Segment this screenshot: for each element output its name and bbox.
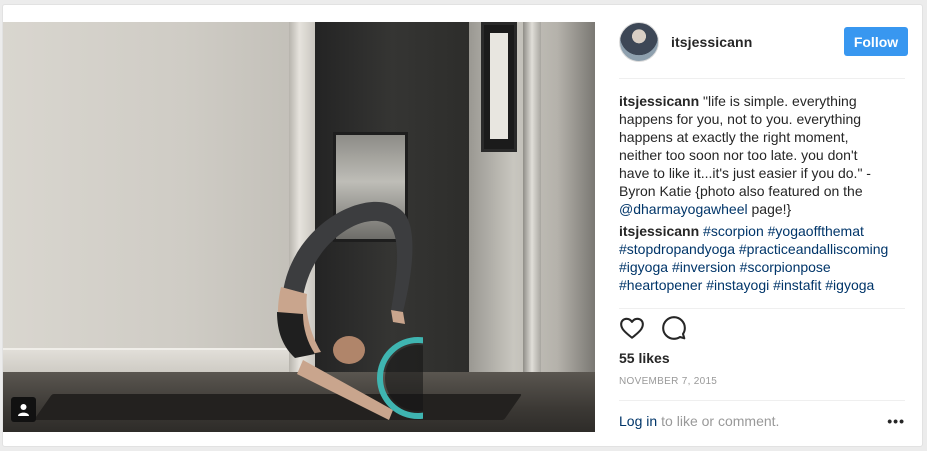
- hashtag[interactable]: #igyoga: [619, 259, 668, 275]
- hashtag[interactable]: #heartopener: [619, 277, 702, 293]
- hashtag[interactable]: #instafit: [773, 277, 821, 293]
- hashtag[interactable]: #yogaoffthemat: [768, 223, 864, 239]
- caption-comment: itsjessicann "life is simple. everything…: [619, 92, 891, 218]
- heart-icon[interactable]: [619, 315, 645, 341]
- login-prompt: Log in to like or comment. •••: [619, 411, 905, 431]
- photo-yoga-figure: [277, 201, 423, 420]
- photo-baseboard: [3, 348, 303, 374]
- user-tag-icon[interactable]: [11, 397, 36, 422]
- likes-count[interactable]: 55 likes: [619, 350, 670, 366]
- hashtag[interactable]: #igyoga: [825, 277, 874, 293]
- post-photo[interactable]: [3, 22, 595, 432]
- post-actions: [619, 315, 699, 343]
- comments-divider: [619, 308, 905, 309]
- caption-text-after: page!}: [747, 201, 792, 217]
- more-options-icon[interactable]: •••: [887, 413, 905, 429]
- caption-author[interactable]: itsjessicann: [619, 93, 699, 109]
- hashtag[interactable]: #scorpion: [703, 223, 764, 239]
- login-prompt-text: to like or comment.: [661, 413, 780, 429]
- hashtag[interactable]: #scorpionpose: [740, 259, 831, 275]
- login-link[interactable]: Log in: [619, 413, 657, 429]
- follow-button[interactable]: Follow: [844, 27, 908, 56]
- hashtag-comment: itsjessicann #scorpion #yogaoffthemat #s…: [619, 222, 891, 294]
- hashtag-comment-author[interactable]: itsjessicann: [619, 223, 699, 239]
- post-header: itsjessicann Follow: [595, 5, 922, 78]
- avatar[interactable]: [619, 21, 659, 62]
- photo-wall: [3, 22, 303, 367]
- comments-section: itsjessicann "life is simple. everything…: [619, 92, 891, 306]
- hashtag[interactable]: #stopdropandyoga: [619, 241, 735, 257]
- footer-divider: [619, 400, 905, 401]
- photo-right-frame: [523, 22, 541, 432]
- post-username[interactable]: itsjessicann: [671, 34, 844, 50]
- hashtag[interactable]: #practiceandalliscoming: [739, 241, 888, 257]
- post-date: NOVEMBER 7, 2015: [619, 376, 718, 387]
- header-divider: [619, 78, 905, 79]
- hashtag[interactable]: #instayogi: [706, 277, 769, 293]
- comment-icon[interactable]: [661, 315, 687, 341]
- hashtag[interactable]: #inversion: [672, 259, 736, 275]
- caption-mention[interactable]: @dharmayogawheel: [619, 201, 748, 217]
- post-card: itsjessicann Follow itsjessicann "life i…: [2, 4, 923, 447]
- post-side-panel: itsjessicann Follow itsjessicann "life i…: [595, 5, 922, 446]
- photo-wall-picture: [481, 22, 517, 152]
